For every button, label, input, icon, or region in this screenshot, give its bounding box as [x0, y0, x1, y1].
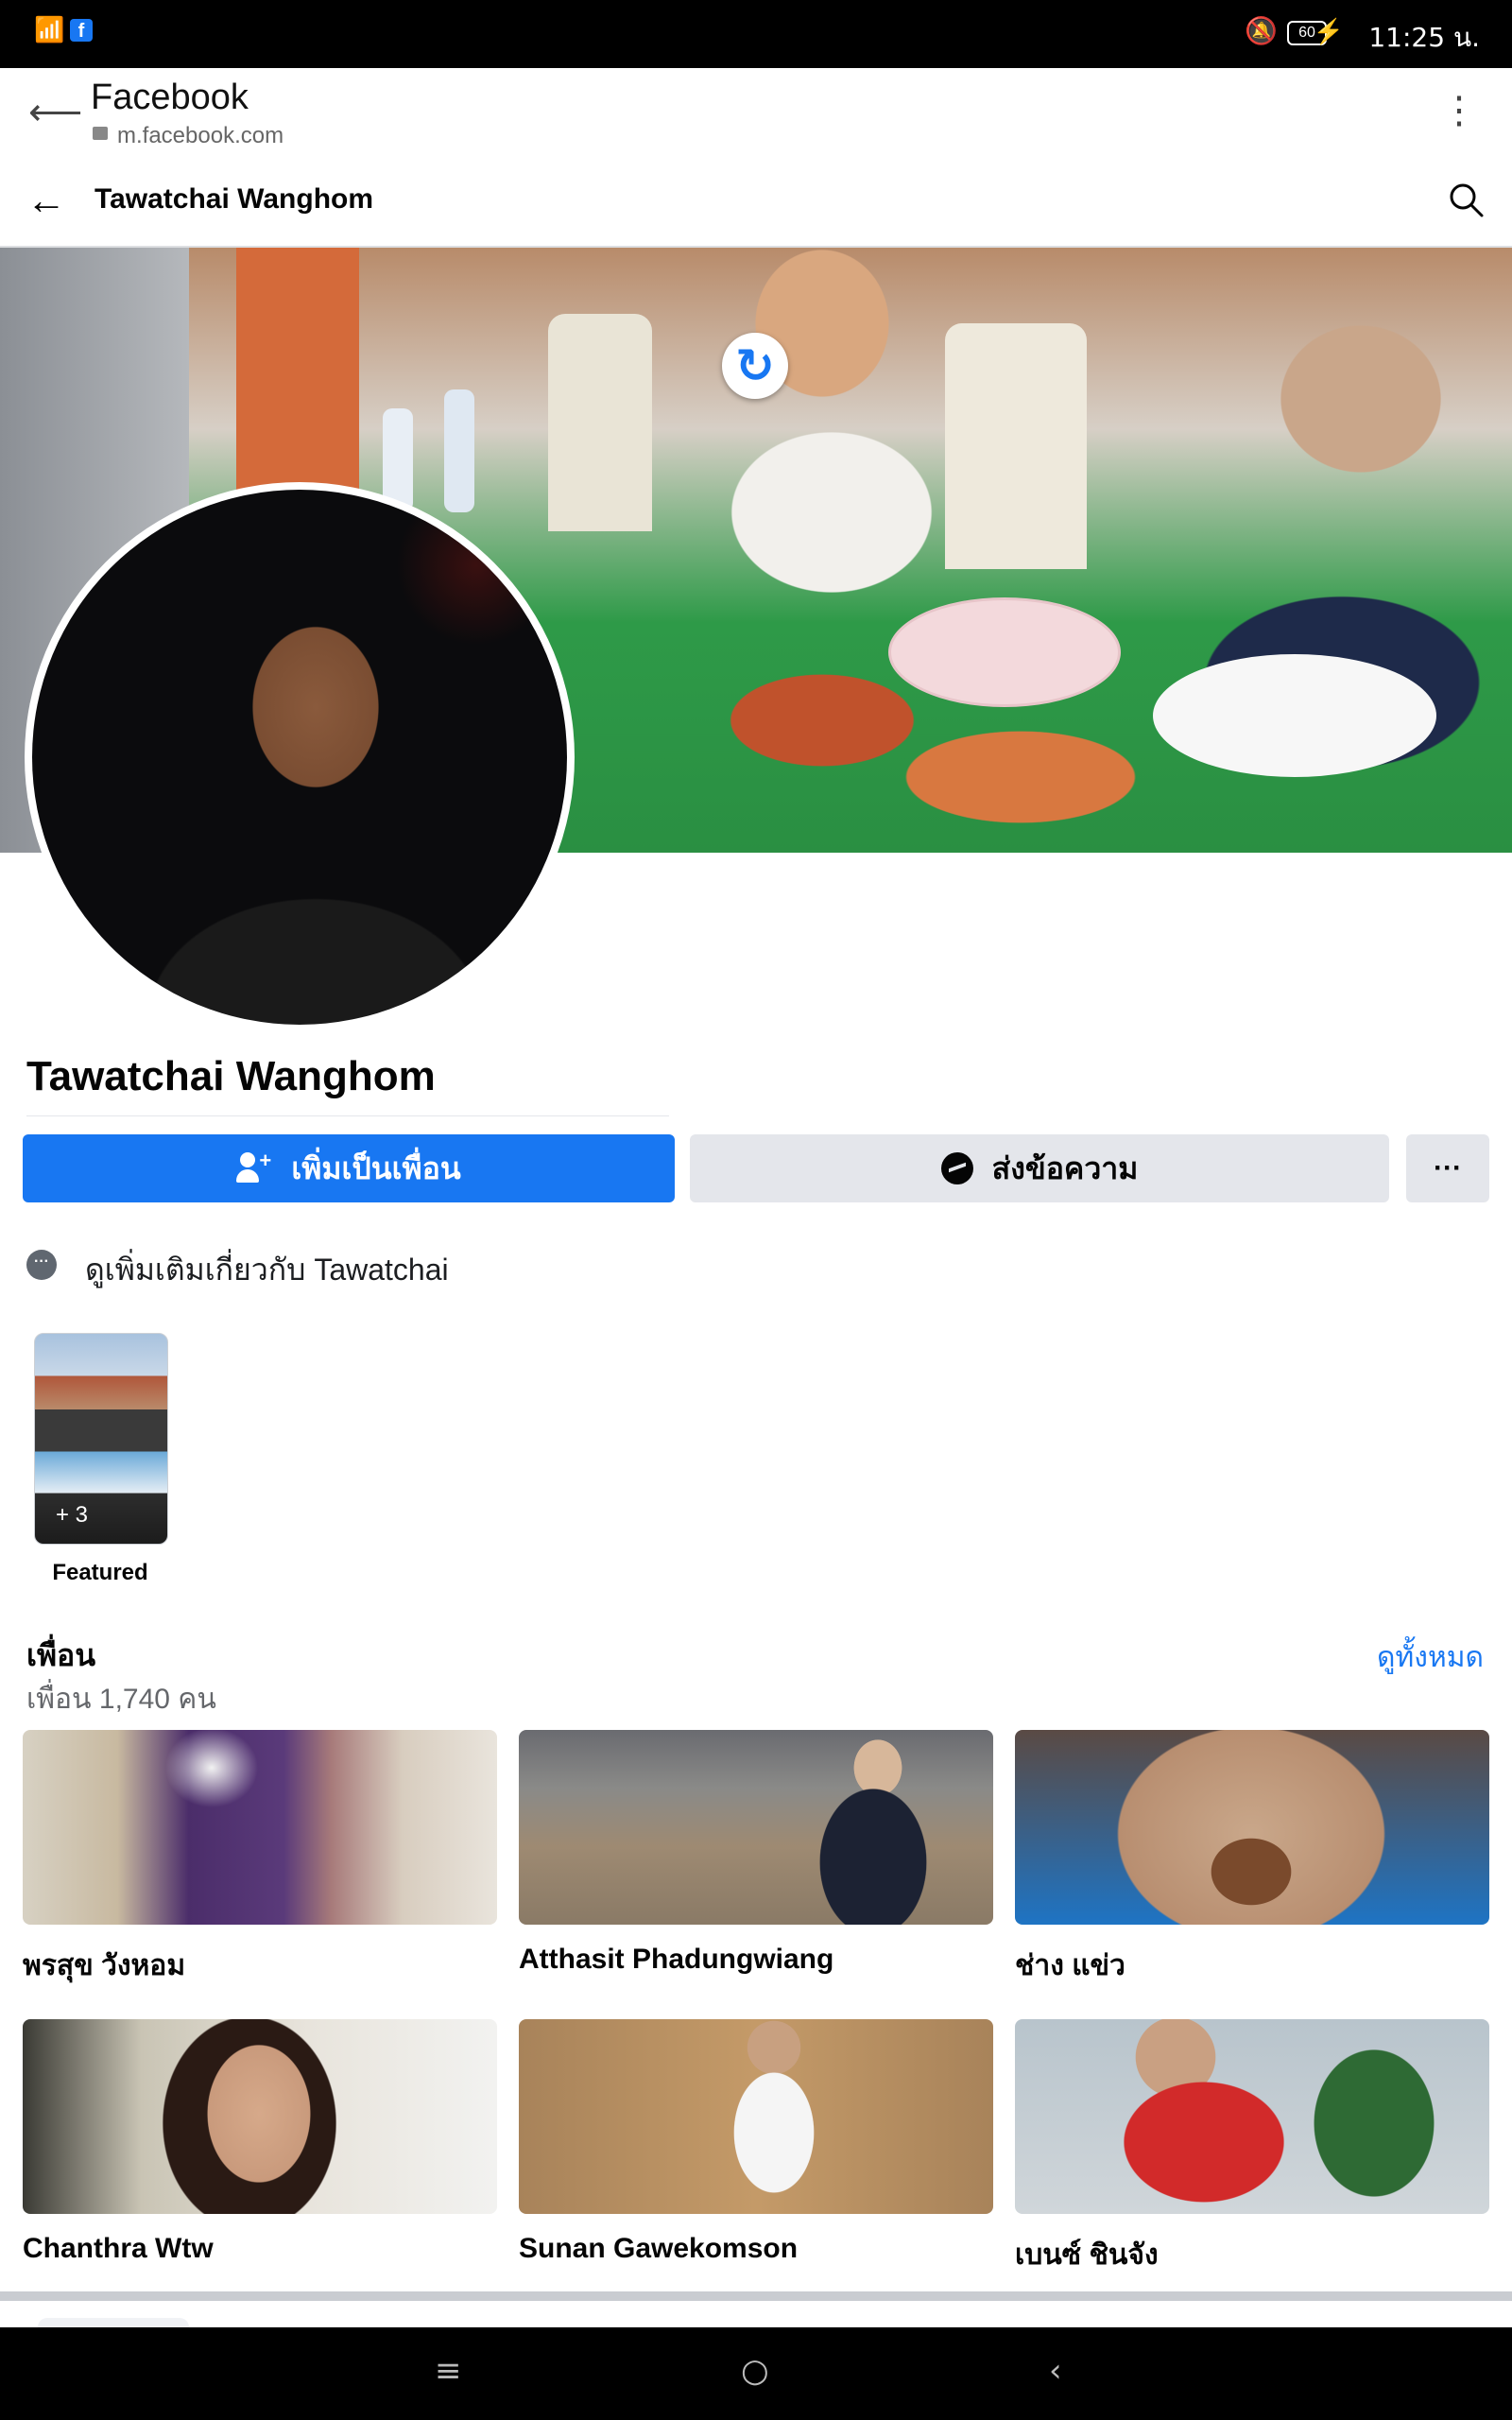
url-text[interactable]: m.facebook.com — [117, 123, 284, 149]
friend-name[interactable]: Sunan Gawekomson — [519, 2233, 993, 2265]
cover-wall — [236, 248, 359, 493]
message-label: ส่งข้อความ — [991, 1150, 1139, 1185]
message-button[interactable]: ส่งข้อความ — [690, 1134, 1389, 1202]
kebab-menu-icon[interactable]: ⋮ — [1440, 89, 1478, 132]
profile-header-name: Tawatchai Wanghom — [94, 183, 374, 215]
wifi-icon: 📶 — [34, 15, 65, 43]
system-navigation-bar: ≡ ○ ‹ — [0, 2327, 1512, 2420]
friend-card[interactable]: เบนซ์ ชินจัง — [1015, 2019, 1489, 2277]
featured-label: Featured — [52, 1560, 148, 1585]
mute-bell-icon: 🔕 — [1245, 16, 1278, 45]
add-friend-icon: + — [236, 1150, 272, 1186]
friend-photo[interactable] — [519, 2019, 993, 2214]
facebook-notification-icon: f — [70, 19, 93, 42]
divider — [26, 1115, 669, 1116]
browser-bar: ⟵ Facebook m.facebook.com ⋮ — [0, 68, 1512, 160]
see-all-friends-link[interactable]: ดูทั้งหมด — [1377, 1635, 1484, 1680]
about-label: ดูเพิ่มเติมเกี่ยวกับ Tawatchai — [85, 1253, 449, 1287]
profile-name: Tawatchai Wanghom — [26, 1053, 436, 1099]
friend-card[interactable]: ช่าง แข่ว — [1015, 1730, 1489, 1988]
friend-name[interactable]: เบนซ์ ชินจัง — [1015, 2233, 1489, 2277]
search-icon[interactable] — [1446, 180, 1487, 221]
friend-card[interactable]: พรสุข วังหอม — [23, 1730, 497, 1988]
browser-back-icon[interactable]: ⟵ — [28, 91, 82, 134]
cover-plate — [1153, 654, 1436, 777]
back-arrow-icon[interactable]: ← — [26, 178, 66, 223]
friend-name[interactable]: พรสุข วังหอม — [23, 1944, 497, 1988]
lock-icon — [93, 127, 108, 140]
cover-bottle — [444, 389, 474, 512]
profile-picture[interactable] — [25, 482, 575, 1032]
profile-top-bar: ← Tawatchai Wanghom — [0, 159, 1512, 248]
messenger-icon — [940, 1152, 973, 1184]
clock: 11:25 น. — [1368, 22, 1480, 53]
friend-name[interactable]: ช่าง แข่ว — [1015, 1944, 1489, 1988]
friend-card[interactable]: Sunan Gawekomson — [519, 2019, 993, 2265]
browser-page-title: Facebook — [91, 78, 249, 117]
cover-chair — [945, 323, 1087, 569]
more-info-icon: ··· — [26, 1250, 57, 1280]
friends-section-title: เพื่อน — [26, 1638, 96, 1672]
add-friend-button[interactable]: + เพิ่มเป็นเพื่อน — [23, 1134, 675, 1202]
more-dots-icon: ··· — [1434, 1152, 1462, 1184]
recent-apps-icon[interactable]: ≡ — [435, 2352, 462, 2390]
friend-photo[interactable] — [1015, 1730, 1489, 1925]
featured-collection[interactable]: + 3 — [34, 1333, 168, 1545]
friend-photo[interactable] — [23, 1730, 497, 1925]
more-options-button[interactable]: ··· — [1406, 1134, 1489, 1202]
home-icon[interactable]: ○ — [741, 2352, 769, 2390]
add-friend-label: เพิ่มเป็นเพื่อน — [291, 1150, 461, 1185]
section-divider — [0, 2291, 1512, 2301]
friend-photo[interactable] — [23, 2019, 497, 2214]
status-bar: 📶 f 🔕 60 ⚡ 11:25 น. — [0, 0, 1512, 68]
featured-count: + 3 — [56, 1502, 89, 1528]
system-back-icon[interactable]: ‹ — [1049, 2352, 1062, 2390]
cover-plate — [888, 597, 1121, 707]
friend-card[interactable]: Chanthra Wtw — [23, 2019, 497, 2265]
charging-icon: ⚡ — [1313, 17, 1344, 45]
avatar-image — [32, 490, 567, 1025]
cover-chair — [548, 314, 652, 531]
friend-photo[interactable] — [1015, 2019, 1489, 2214]
friend-card[interactable]: Atthasit Phadungwiang — [519, 1730, 993, 1976]
refresh-icon[interactable]: ↻ — [722, 333, 788, 399]
friend-photo[interactable] — [519, 1730, 993, 1925]
friend-name[interactable]: Atthasit Phadungwiang — [519, 1944, 993, 1976]
friends-count: เพื่อน 1,740 คน — [26, 1684, 216, 1715]
friend-name[interactable]: Chanthra Wtw — [23, 2233, 497, 2265]
